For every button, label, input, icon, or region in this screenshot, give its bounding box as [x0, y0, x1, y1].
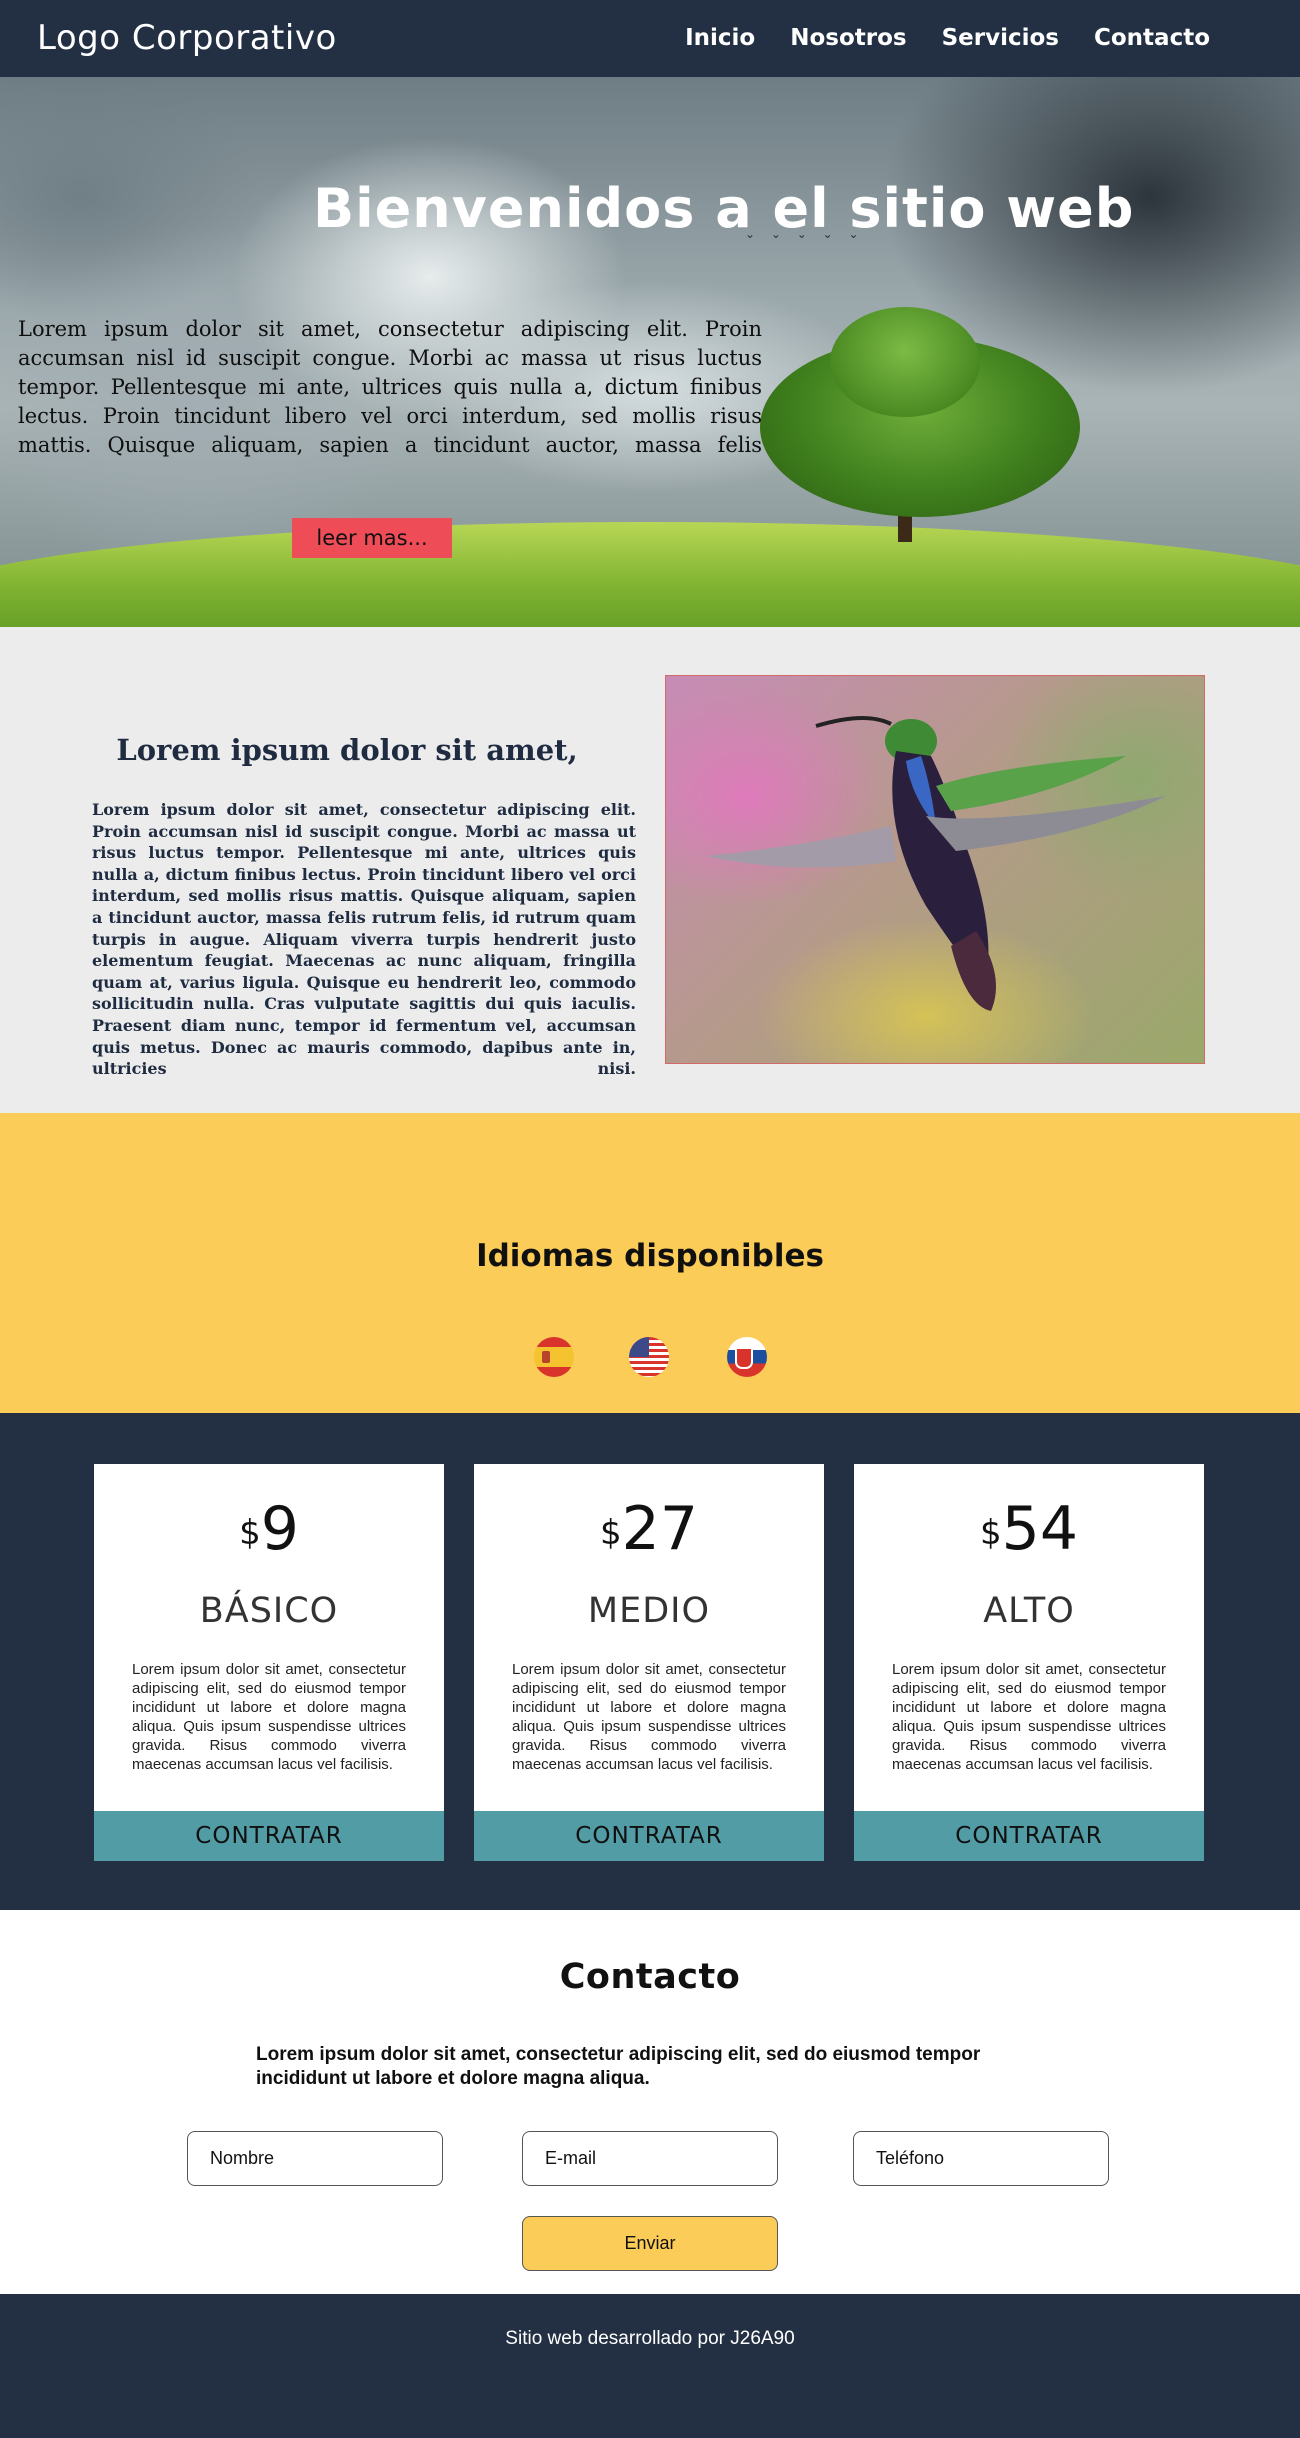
plan-name: MEDIO	[587, 1591, 711, 1631]
hero-title: Bienvenidos a el sitio web	[313, 177, 1135, 240]
navbar: Logo Corporativo Inicio Nosotros Servici…	[0, 0, 1300, 77]
price-amount: 54	[1001, 1494, 1078, 1564]
logo[interactable]: Logo Corporativo	[37, 18, 337, 58]
hummingbird-photo	[665, 675, 1205, 1064]
usa-flag-icon[interactable]	[629, 1337, 669, 1377]
about-section: Lorem ipsum dolor sit amet, Lorem ipsum …	[0, 627, 1300, 1113]
contact-title: Contacto	[559, 1957, 741, 1997]
hero-banner: ⌄ ⌄ ⌄ ⌄ ⌄ Bienvenidos a el sitio web Lor…	[0, 77, 1300, 627]
read-more-button[interactable]: leer mas...	[292, 518, 452, 558]
plan-description: Lorem ipsum dolor sit amet, consectetur …	[132, 1661, 406, 1773]
name-field[interactable]	[187, 2131, 443, 2186]
plan-description: Lorem ipsum dolor sit amet, consectetur …	[512, 1661, 786, 1773]
slovakia-flag-icon[interactable]	[727, 1337, 767, 1377]
price-amount: 9	[260, 1494, 299, 1564]
contratar-medium-button[interactable]: CONTRATAR	[474, 1811, 824, 1861]
spain-flag-icon[interactable]	[534, 1337, 574, 1377]
pricing-card-high: $54 ALTO Lorem ipsum dolor sit amet, con…	[854, 1464, 1204, 1861]
about-text: Lorem ipsum dolor sit amet, consectetur …	[92, 800, 636, 1079]
nav-contacto[interactable]: Contacto	[1094, 25, 1210, 51]
footer-credit: Sitio web desarrollado por J26A90	[505, 2328, 795, 2349]
languages-title: Idiomas disponibles	[476, 1238, 824, 1274]
phone-field[interactable]	[853, 2131, 1109, 2186]
contact-text: Lorem ipsum dolor sit amet, consectetur …	[256, 2044, 981, 2089]
footer: Sitio web desarrollado por J26A90	[0, 2294, 1300, 2438]
hero-tree-top	[830, 307, 980, 417]
main-nav: Inicio Nosotros Servicios Contacto	[685, 25, 1210, 51]
plan-name: BÁSICO	[199, 1591, 339, 1631]
nav-nosotros[interactable]: Nosotros	[790, 25, 906, 51]
plan-price: $27	[474, 1494, 824, 1564]
pricing-card-basic: $9 BÁSICO Lorem ipsum dolor sit amet, co…	[94, 1464, 444, 1861]
plan-description: Lorem ipsum dolor sit amet, consectetur …	[892, 1661, 1166, 1773]
about-title: Lorem ipsum dolor sit amet,	[116, 733, 578, 767]
contratar-basic-button[interactable]: CONTRATAR	[94, 1811, 444, 1861]
price-amount: 27	[621, 1494, 698, 1564]
plan-price: $9	[94, 1494, 444, 1564]
contratar-high-button[interactable]: CONTRATAR	[854, 1811, 1204, 1861]
email-field[interactable]	[522, 2131, 778, 2186]
hero-hill-image	[0, 522, 1300, 627]
pricing-card-medium: $27 MEDIO Lorem ipsum dolor sit amet, co…	[474, 1464, 824, 1861]
contact-section: Contacto Lorem ipsum dolor sit amet, con…	[0, 1910, 1300, 2294]
nav-servicios[interactable]: Servicios	[942, 25, 1059, 51]
plan-name: ALTO	[983, 1591, 1075, 1631]
plan-price: $54	[854, 1494, 1204, 1564]
nav-inicio[interactable]: Inicio	[685, 25, 755, 51]
currency-symbol: $	[980, 1513, 1002, 1553]
languages-section: Idiomas disponibles	[0, 1113, 1300, 1413]
hummingbird-icon	[706, 715, 1166, 1011]
currency-symbol: $	[239, 1513, 261, 1553]
submit-button[interactable]: Enviar	[522, 2216, 778, 2271]
pricing-section: $9 BÁSICO Lorem ipsum dolor sit amet, co…	[0, 1413, 1300, 1910]
currency-symbol: $	[600, 1513, 622, 1553]
hero-text: Lorem ipsum dolor sit amet, consectetur …	[18, 317, 762, 457]
